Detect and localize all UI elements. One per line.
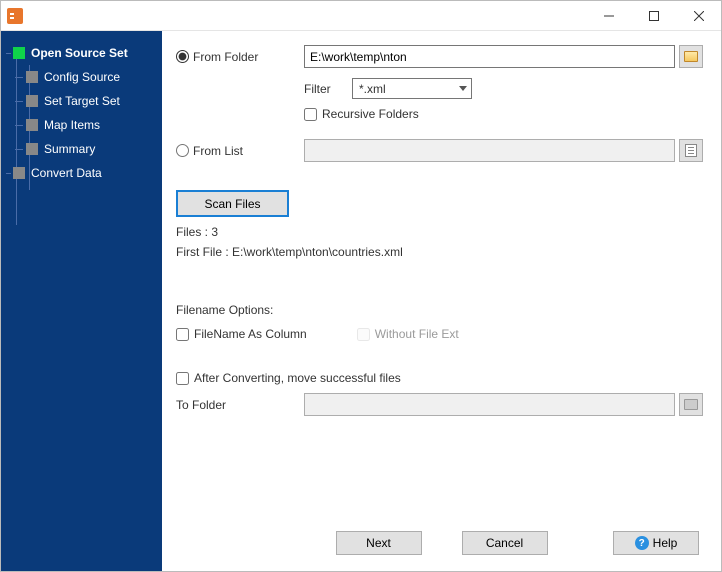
- browse-list-button[interactable]: [679, 139, 703, 162]
- without-ext-checkbox: [357, 328, 370, 341]
- sidebar-item-label: Open Source Set: [31, 46, 128, 60]
- recursive-checkbox[interactable]: [304, 108, 317, 121]
- from-list-text: From List: [193, 144, 243, 158]
- after-convert-option[interactable]: After Converting, move successful files: [176, 371, 703, 385]
- recursive-label: Recursive Folders: [322, 107, 419, 121]
- sidebar-item-convert-data[interactable]: Convert Data: [11, 161, 156, 185]
- step-indicator-icon: [13, 47, 25, 59]
- help-container: ? Help: [613, 531, 699, 555]
- sidebar-item-set-target-set[interactable]: Set Target Set: [24, 89, 156, 113]
- sidebar-item-label: Config Source: [44, 70, 120, 84]
- titlebar: [1, 1, 721, 31]
- close-button[interactable]: [676, 1, 721, 30]
- dialog-window: Open Source Set Config Source Set Target…: [0, 0, 722, 572]
- tree-connector: [15, 125, 23, 126]
- sidebar-item-open-source-set[interactable]: Open Source Set: [11, 41, 156, 65]
- step-indicator-icon: [26, 143, 38, 155]
- sidebar-item-label: Set Target Set: [44, 94, 120, 108]
- tree-connector: [6, 173, 11, 174]
- sidebar-item-label: Convert Data: [31, 166, 102, 180]
- filter-value: *.xml: [359, 82, 386, 96]
- minimize-button[interactable]: [586, 1, 631, 30]
- scan-files-button[interactable]: Scan Files: [176, 190, 289, 217]
- chevron-down-icon: [459, 86, 467, 91]
- next-button[interactable]: Next: [336, 531, 422, 555]
- after-convert-checkbox[interactable]: [176, 372, 189, 385]
- filename-as-column-option[interactable]: FileName As Column: [176, 327, 307, 341]
- step-indicator-icon: [26, 119, 38, 131]
- window-controls: [586, 1, 721, 30]
- files-count-label: Files : 3: [176, 225, 703, 239]
- content: Open Source Set Config Source Set Target…: [1, 31, 721, 571]
- from-list-radio-label[interactable]: From List: [176, 144, 304, 158]
- from-list-radio[interactable]: [176, 144, 189, 157]
- folder-icon: [684, 399, 698, 410]
- filename-as-column-checkbox[interactable]: [176, 328, 189, 341]
- tree-connector: [15, 101, 23, 102]
- from-list-row: From List: [176, 139, 703, 162]
- from-folder-row: From Folder: [176, 45, 703, 68]
- filename-options-header: Filename Options:: [176, 303, 703, 317]
- filename-options-row: FileName As Column Without File Ext: [176, 327, 703, 341]
- cancel-button[interactable]: Cancel: [462, 531, 548, 555]
- without-ext-option: Without File Ext: [357, 327, 459, 341]
- step-indicator-icon: [26, 71, 38, 83]
- wizard-sidebar: Open Source Set Config Source Set Target…: [1, 31, 162, 571]
- from-folder-radio[interactable]: [176, 50, 189, 63]
- sidebar-item-map-items[interactable]: Map Items: [24, 113, 156, 137]
- sidebar-item-summary[interactable]: Summary: [24, 137, 156, 161]
- folder-icon: [684, 51, 698, 62]
- tree-connector: [16, 55, 17, 225]
- filter-label: Filter: [304, 82, 352, 96]
- tree-connector: [15, 149, 23, 150]
- tree-connector: [15, 77, 23, 78]
- step-indicator-icon: [26, 95, 38, 107]
- from-folder-radio-label[interactable]: From Folder: [176, 50, 304, 64]
- sidebar-item-label: Map Items: [44, 118, 100, 132]
- help-icon: ?: [635, 536, 649, 550]
- titlebar-left: [1, 8, 23, 24]
- browse-folder-button[interactable]: [679, 45, 703, 68]
- without-ext-label: Without File Ext: [375, 327, 459, 341]
- to-folder-input: [304, 393, 675, 416]
- sidebar-item-label: Summary: [44, 142, 95, 156]
- help-label: Help: [653, 536, 678, 550]
- filename-as-column-label: FileName As Column: [194, 327, 307, 341]
- from-folder-input[interactable]: [304, 45, 675, 68]
- from-list-input: [304, 139, 675, 162]
- sidebar-item-config-source[interactable]: Config Source: [24, 65, 156, 89]
- maximize-button[interactable]: [631, 1, 676, 30]
- app-icon: [7, 8, 23, 24]
- button-bar: Next Cancel ? Help: [162, 523, 721, 571]
- step-indicator-icon: [13, 167, 25, 179]
- list-file-icon: [685, 144, 697, 157]
- filter-row: Filter *.xml: [176, 78, 703, 99]
- help-button[interactable]: ? Help: [613, 531, 699, 555]
- browse-to-folder-button[interactable]: [679, 393, 703, 416]
- main-panel: From Folder Filter *.xml Re: [162, 31, 721, 571]
- tree-connector: [6, 53, 11, 54]
- to-folder-label: To Folder: [176, 398, 304, 412]
- first-file-label: First File : E:\work\temp\nton\countries…: [176, 245, 703, 259]
- filter-combobox[interactable]: *.xml: [352, 78, 472, 99]
- to-folder-row: To Folder: [176, 393, 703, 416]
- recursive-row: Recursive Folders: [304, 107, 703, 121]
- form-area: From Folder Filter *.xml Re: [162, 31, 721, 523]
- after-convert-label: After Converting, move successful files: [194, 371, 401, 385]
- from-folder-text: From Folder: [193, 50, 258, 64]
